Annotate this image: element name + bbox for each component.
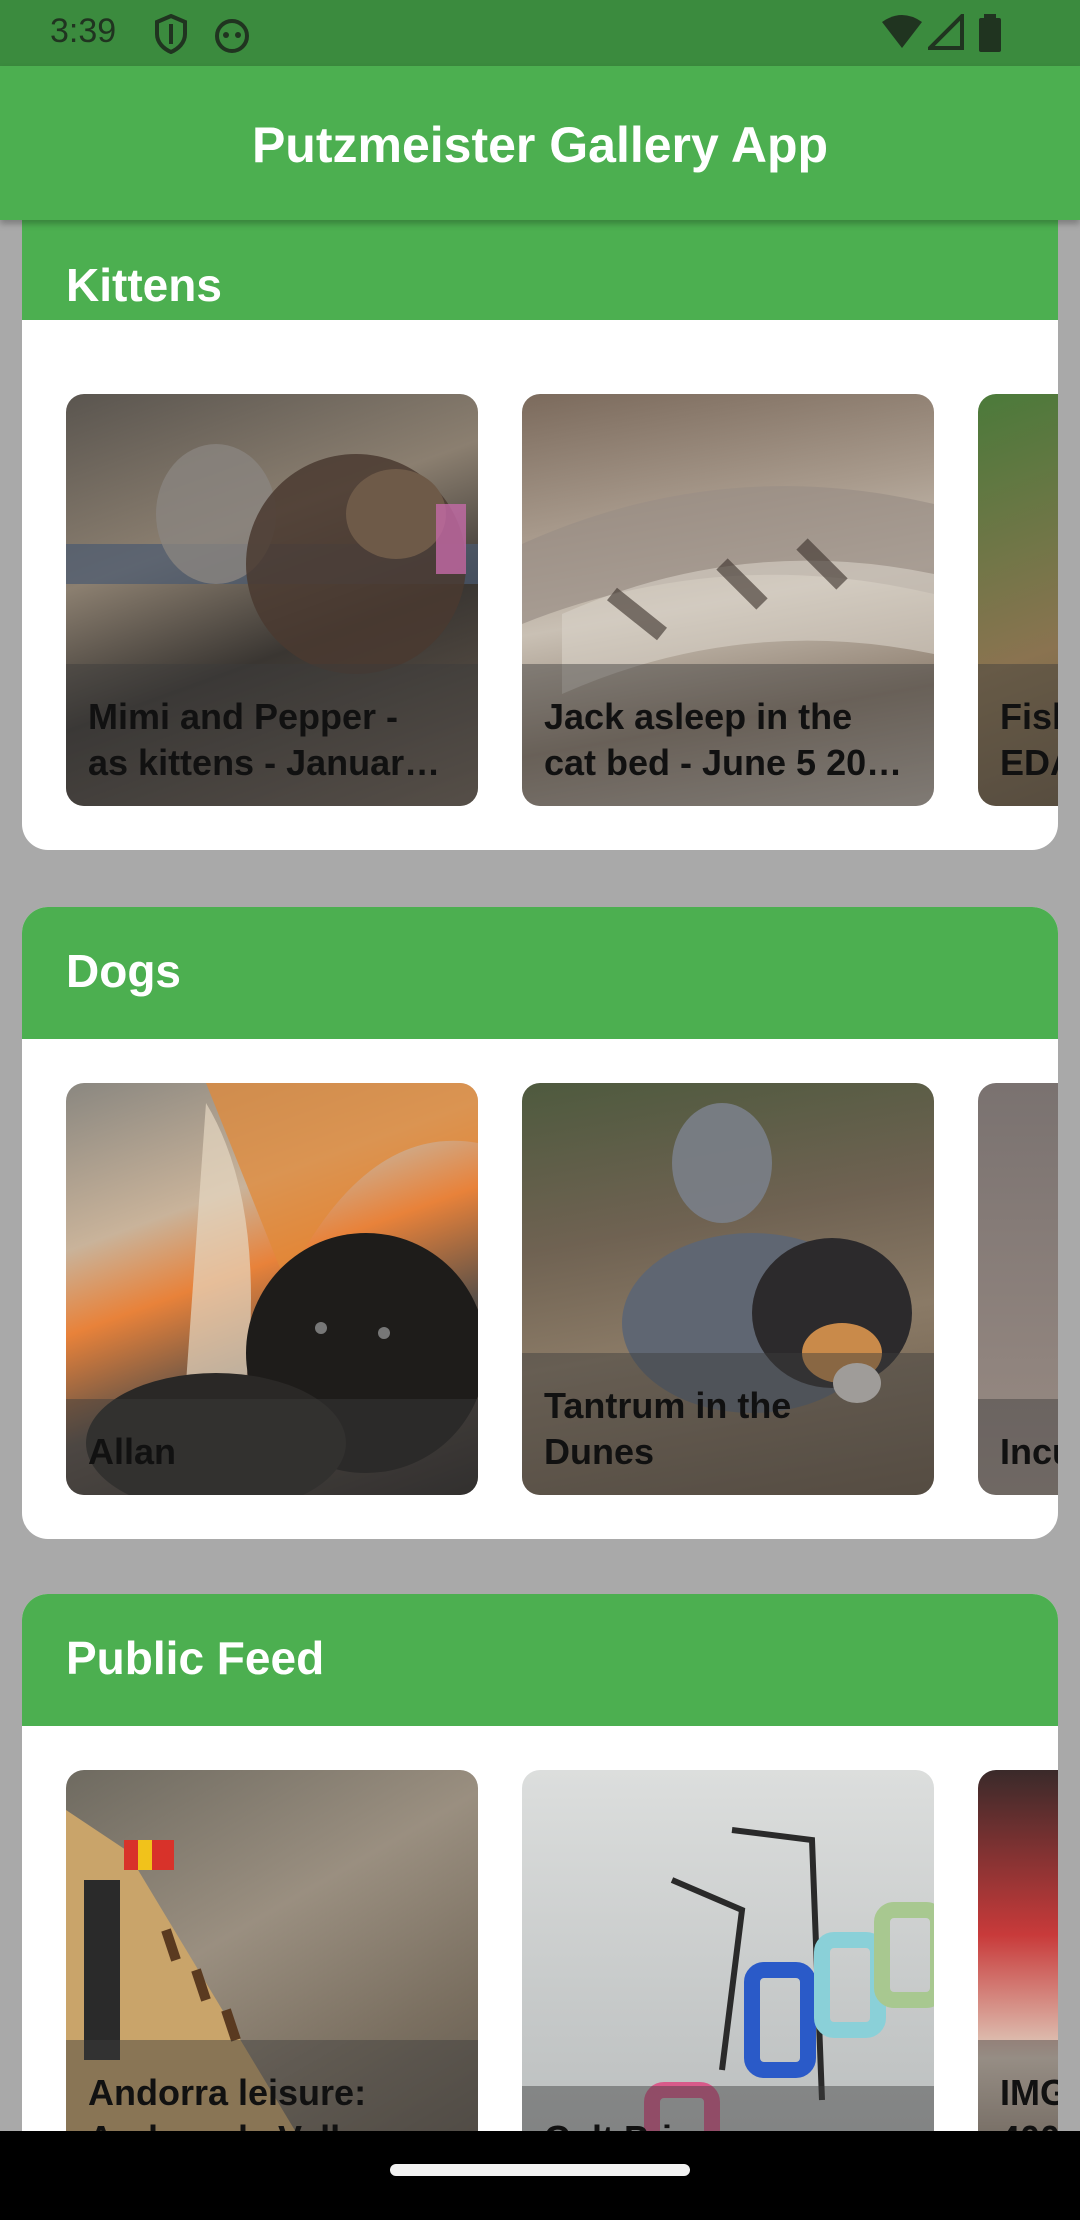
photo-card[interactable]: Colt Pri... — [522, 1770, 934, 2131]
section-header[interactable]: Kittens — [22, 220, 1058, 320]
section-header[interactable]: Dogs — [22, 907, 1058, 1039]
section-dogs: Dogs Allan Tantrum in the Dunes Inc — [22, 907, 1058, 1539]
gallery-list[interactable]: Kittens Mimi and Pepper - as kittens - J… — [0, 220, 1080, 2131]
shield-icon — [155, 14, 187, 54]
photo-carousel[interactable]: Allan Tantrum in the Dunes Incu — [66, 1083, 1058, 1495]
photo-thumbnail — [644, 1827, 934, 2131]
photo-card[interactable]: Jack asleep in the cat bed - June 5 20… — [522, 394, 934, 806]
photo-card[interactable]: Incu — [978, 1083, 1058, 1495]
section-header[interactable]: Public Feed — [22, 1594, 1058, 1726]
status-bar: 3:39 — [0, 0, 1080, 66]
photo-caption: IMG 400 — [1000, 2072, 1058, 2131]
cat-face-icon — [215, 19, 249, 53]
photo-card[interactable]: Tantrum in the Dunes — [522, 1083, 934, 1495]
cell-signal-icon — [928, 14, 964, 50]
photo-caption: Andorra leisure: Andorra la Vella... — [88, 2072, 390, 2131]
app-bar: Putzmeister Gallery App — [0, 66, 1080, 220]
photo-card[interactable]: Andorra leisure: Andorra la Vella... — [66, 1770, 478, 2131]
photo-caption: Allan — [88, 1431, 177, 1472]
photo-card[interactable]: IMG 400 — [978, 1770, 1058, 2131]
section-title: Public Feed — [66, 1632, 325, 1684]
photo-card[interactable]: Allan — [66, 1083, 478, 1495]
app-title: Putzmeister Gallery App — [251, 117, 829, 173]
photo-card[interactable]: Fish EDA — [978, 394, 1058, 806]
photo-carousel[interactable]: Mimi and Pepper - as kittens - Januar… J… — [66, 394, 1058, 806]
photo-caption: Jack asleep in the cat bed - June 5 20… — [544, 696, 903, 783]
section-public-feed: Public Feed Andorra leisure: Andorra la … — [22, 1594, 1058, 2131]
photo-caption: Colt Pri... — [544, 2116, 912, 2131]
section-title: Kittens — [66, 259, 222, 311]
navigation-bar — [0, 2131, 1080, 2220]
wifi-icon — [882, 15, 922, 48]
photo-caption: Tantrum in the Dunes — [544, 1385, 792, 1472]
photo-caption: Mimi and Pepper - as kittens - Januar… — [88, 696, 441, 783]
status-time: 3:39 — [50, 12, 117, 50]
home-gesture-handle[interactable] — [390, 2164, 690, 2176]
section-kittens: Kittens Mimi and Pepper - as kittens - J… — [22, 220, 1058, 850]
section-title: Dogs — [66, 945, 181, 997]
battery-icon — [979, 14, 1001, 52]
photo-carousel[interactable]: Andorra leisure: Andorra la Vella... Col… — [66, 1770, 1058, 2131]
photo-caption: Fish EDA — [1000, 696, 1058, 783]
photo-caption: Incu — [1000, 1431, 1058, 1472]
photo-card[interactable]: Mimi and Pepper - as kittens - Januar… — [66, 394, 478, 806]
